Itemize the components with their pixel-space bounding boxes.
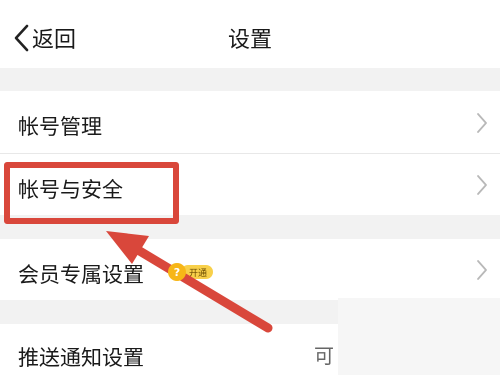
chevron-right-icon xyxy=(477,175,487,195)
settings-item-label: 帐号与安全 xyxy=(18,178,123,202)
section-gap xyxy=(0,215,500,239)
push-trailing-text: 可 xyxy=(314,344,334,368)
settings-item-account-management[interactable]: 帐号管理 xyxy=(0,91,500,153)
settings-item-label: 推送通知设置 xyxy=(18,346,144,370)
chevron-right-icon xyxy=(477,113,487,133)
settings-item-label: 帐号管理 xyxy=(18,115,102,139)
nav-header: 返回 设置 xyxy=(0,0,500,68)
chevron-right-icon xyxy=(477,260,487,280)
vip-coin-icon: ? xyxy=(168,263,186,281)
settings-item-label: 会员专属设置 xyxy=(18,263,144,287)
section-gap xyxy=(0,68,500,91)
vip-badge[interactable]: ? 开通 xyxy=(168,263,214,281)
page-title: 设置 xyxy=(227,28,272,53)
settings-item-vip-settings[interactable]: 会员专属设置 ? 开通 xyxy=(0,239,500,300)
settings-item-account-security[interactable]: 帐号与安全 xyxy=(0,154,500,215)
overlay-patch xyxy=(338,298,500,375)
